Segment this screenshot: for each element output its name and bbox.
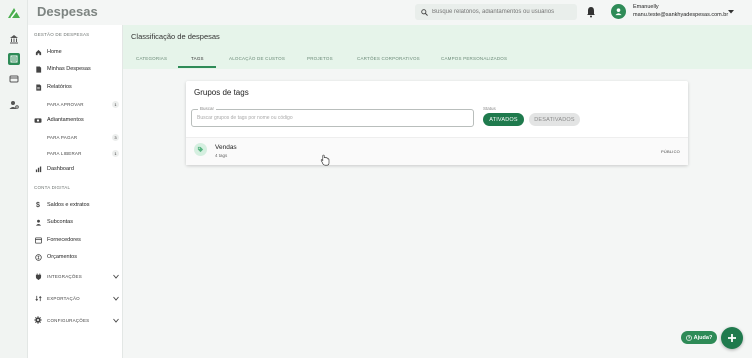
list-item[interactable]: Vendas 4 tags PÚBLICO <box>186 137 688 165</box>
section-conta: CONTA DIGITAL <box>34 185 71 190</box>
help-label: Ajuda? <box>693 334 713 341</box>
count-badge: 1 <box>112 100 119 108</box>
section-gestao: GESTÃO DE DESPESAS <box>34 32 90 37</box>
sidebar-item-label: Saldos e extratos <box>47 202 90 208</box>
icon-rail <box>0 0 28 358</box>
plus-icon <box>728 334 736 342</box>
tab-campos-personalizados[interactable]: CAMPOS PERSONALIZADOS <box>441 56 507 61</box>
question-icon <box>685 334 692 341</box>
budget-icon <box>34 253 42 261</box>
search-field-label: Buscar <box>198 106 217 111</box>
person-icon <box>34 218 42 226</box>
bar-chart-icon <box>34 165 42 173</box>
export-icon <box>34 294 42 302</box>
receipt-icon <box>34 65 42 73</box>
sidebar-item-label: Adiantamentos <box>47 117 84 123</box>
sidebar-item-configuracoes[interactable]: CONFIGURAÇÕES <box>34 314 119 326</box>
chevron-down-icon <box>113 296 119 301</box>
sidebar-item-exportacao[interactable]: EXPORTAÇÃO <box>34 292 119 304</box>
sidebar-item-label: Orçamentos <box>47 254 77 260</box>
sidebar-item-label: INTEGRAÇÕES <box>47 273 82 279</box>
money-icon <box>34 116 42 124</box>
sidebar-item-adiantamentos[interactable]: Adiantamentos <box>34 114 119 126</box>
tag-icon <box>194 143 207 156</box>
sidebar: GESTÃO DE DESPESAS Home Minhas Despesas … <box>28 25 123 358</box>
active-tab-indicator <box>178 66 216 68</box>
avatar[interactable] <box>611 4 626 19</box>
sidebar-item-label: Fornecedores <box>47 237 81 243</box>
global-search-input[interactable] <box>432 9 572 15</box>
group-name: Vendas <box>215 144 237 151</box>
card-title: Grupos de tags <box>194 88 249 97</box>
search-field-placeholder[interactable]: Buscar grupos de tags por nome ou código <box>197 115 293 121</box>
group-tag-count: 4 tags <box>215 153 228 158</box>
supplier-icon <box>34 236 42 244</box>
sidebar-sub-para-liberar[interactable]: PARA LIBERAR 1 <box>47 148 119 158</box>
page-title: Classificação de despesas <box>131 32 220 41</box>
sidebar-sub-para-aprovar[interactable]: PARA APROVAR 1 <box>47 99 119 109</box>
sidebar-sub-label: PARA LIBERAR <box>47 150 82 156</box>
tag-groups-card: Grupos de tags Buscar Buscar grupos de t… <box>186 81 688 165</box>
sidebar-item-integracoes[interactable]: INTEGRAÇÕES <box>34 270 119 282</box>
bank-icon[interactable] <box>8 33 20 45</box>
dollar-icon: $ <box>36 201 40 209</box>
sidebar-sub-label: PARA PAGAR <box>47 134 78 140</box>
app-title: Despesas <box>37 4 98 19</box>
active-filter-button[interactable]: ATIVADOS <box>483 113 524 126</box>
users-settings-icon[interactable] <box>8 99 20 111</box>
sidebar-item-label: Dashboard <box>47 166 74 172</box>
sidebar-item-subcontas[interactable]: Subcontas <box>34 216 119 228</box>
tab-alocacao-de-custos[interactable]: ALOCAÇÃO DE CUSTOS <box>229 56 285 61</box>
sidebar-item-label: Minhas Despesas <box>47 66 91 72</box>
chevron-down-icon <box>113 318 119 323</box>
count-badge: 3 <box>112 133 119 141</box>
sidebar-item-label: Relatórios <box>47 84 72 90</box>
tab-tags[interactable]: TAGS <box>191 56 204 61</box>
status-label: Status <box>483 106 496 111</box>
user-email: manu.teste@sankhyadespesas.com.br <box>633 12 729 18</box>
sidebar-item-saldos[interactable]: $ Saldos e extratos <box>34 199 119 211</box>
plug-icon <box>34 272 42 280</box>
caret-down-icon[interactable] <box>727 9 735 15</box>
gear-icon <box>34 316 42 324</box>
sidebar-item-label: EXPORTAÇÃO <box>47 295 80 301</box>
inactive-filter-button[interactable]: DESATIVADOS <box>529 113 580 126</box>
card-icon[interactable] <box>8 73 20 85</box>
visibility-label: PÚBLICO <box>661 149 680 154</box>
tag-group-search-field[interactable]: Buscar Buscar grupos de tags por nome ou… <box>191 106 474 127</box>
sidebar-item-home[interactable]: Home <box>34 46 119 58</box>
sidebar-item-minhas-despesas[interactable]: Minhas Despesas <box>34 63 119 75</box>
tab-categorias[interactable]: CATEGORIAS <box>136 56 167 61</box>
logo-icon[interactable] <box>6 6 22 20</box>
user-icon <box>615 8 622 16</box>
sidebar-item-label: CONFIGURAÇÕES <box>47 317 90 323</box>
global-search[interactable] <box>415 4 577 20</box>
report-icon <box>34 83 42 91</box>
sidebar-item-relatorios[interactable]: Relatórios <box>34 81 119 93</box>
expenses-icon[interactable] <box>8 53 20 65</box>
bell-icon[interactable] <box>586 6 596 18</box>
tab-cartoes-corporativos[interactable]: CARTÕES CORPORATIVOS <box>357 56 420 61</box>
sidebar-item-dashboard[interactable]: Dashboard <box>34 163 119 175</box>
search-icon <box>421 8 428 16</box>
sidebar-sub-label: PARA APROVAR <box>47 101 84 107</box>
count-badge: 1 <box>112 149 119 157</box>
tab-projetos[interactable]: PROJETOS <box>307 56 333 61</box>
sidebar-item-orcamentos[interactable]: Orçamentos <box>34 251 119 263</box>
hand-cursor-icon <box>320 154 330 166</box>
add-button[interactable] <box>721 327 743 349</box>
help-button[interactable]: Ajuda? <box>681 331 717 344</box>
home-icon <box>34 48 42 56</box>
user-name: Emanuelly <box>633 4 659 10</box>
sidebar-item-label: Home <box>47 49 62 55</box>
sidebar-item-fornecedores[interactable]: Fornecedores <box>34 234 119 246</box>
sidebar-sub-para-pagar[interactable]: PARA PAGAR 3 <box>47 132 119 142</box>
sidebar-item-label: Subcontas <box>47 219 73 225</box>
chevron-down-icon <box>113 274 119 279</box>
